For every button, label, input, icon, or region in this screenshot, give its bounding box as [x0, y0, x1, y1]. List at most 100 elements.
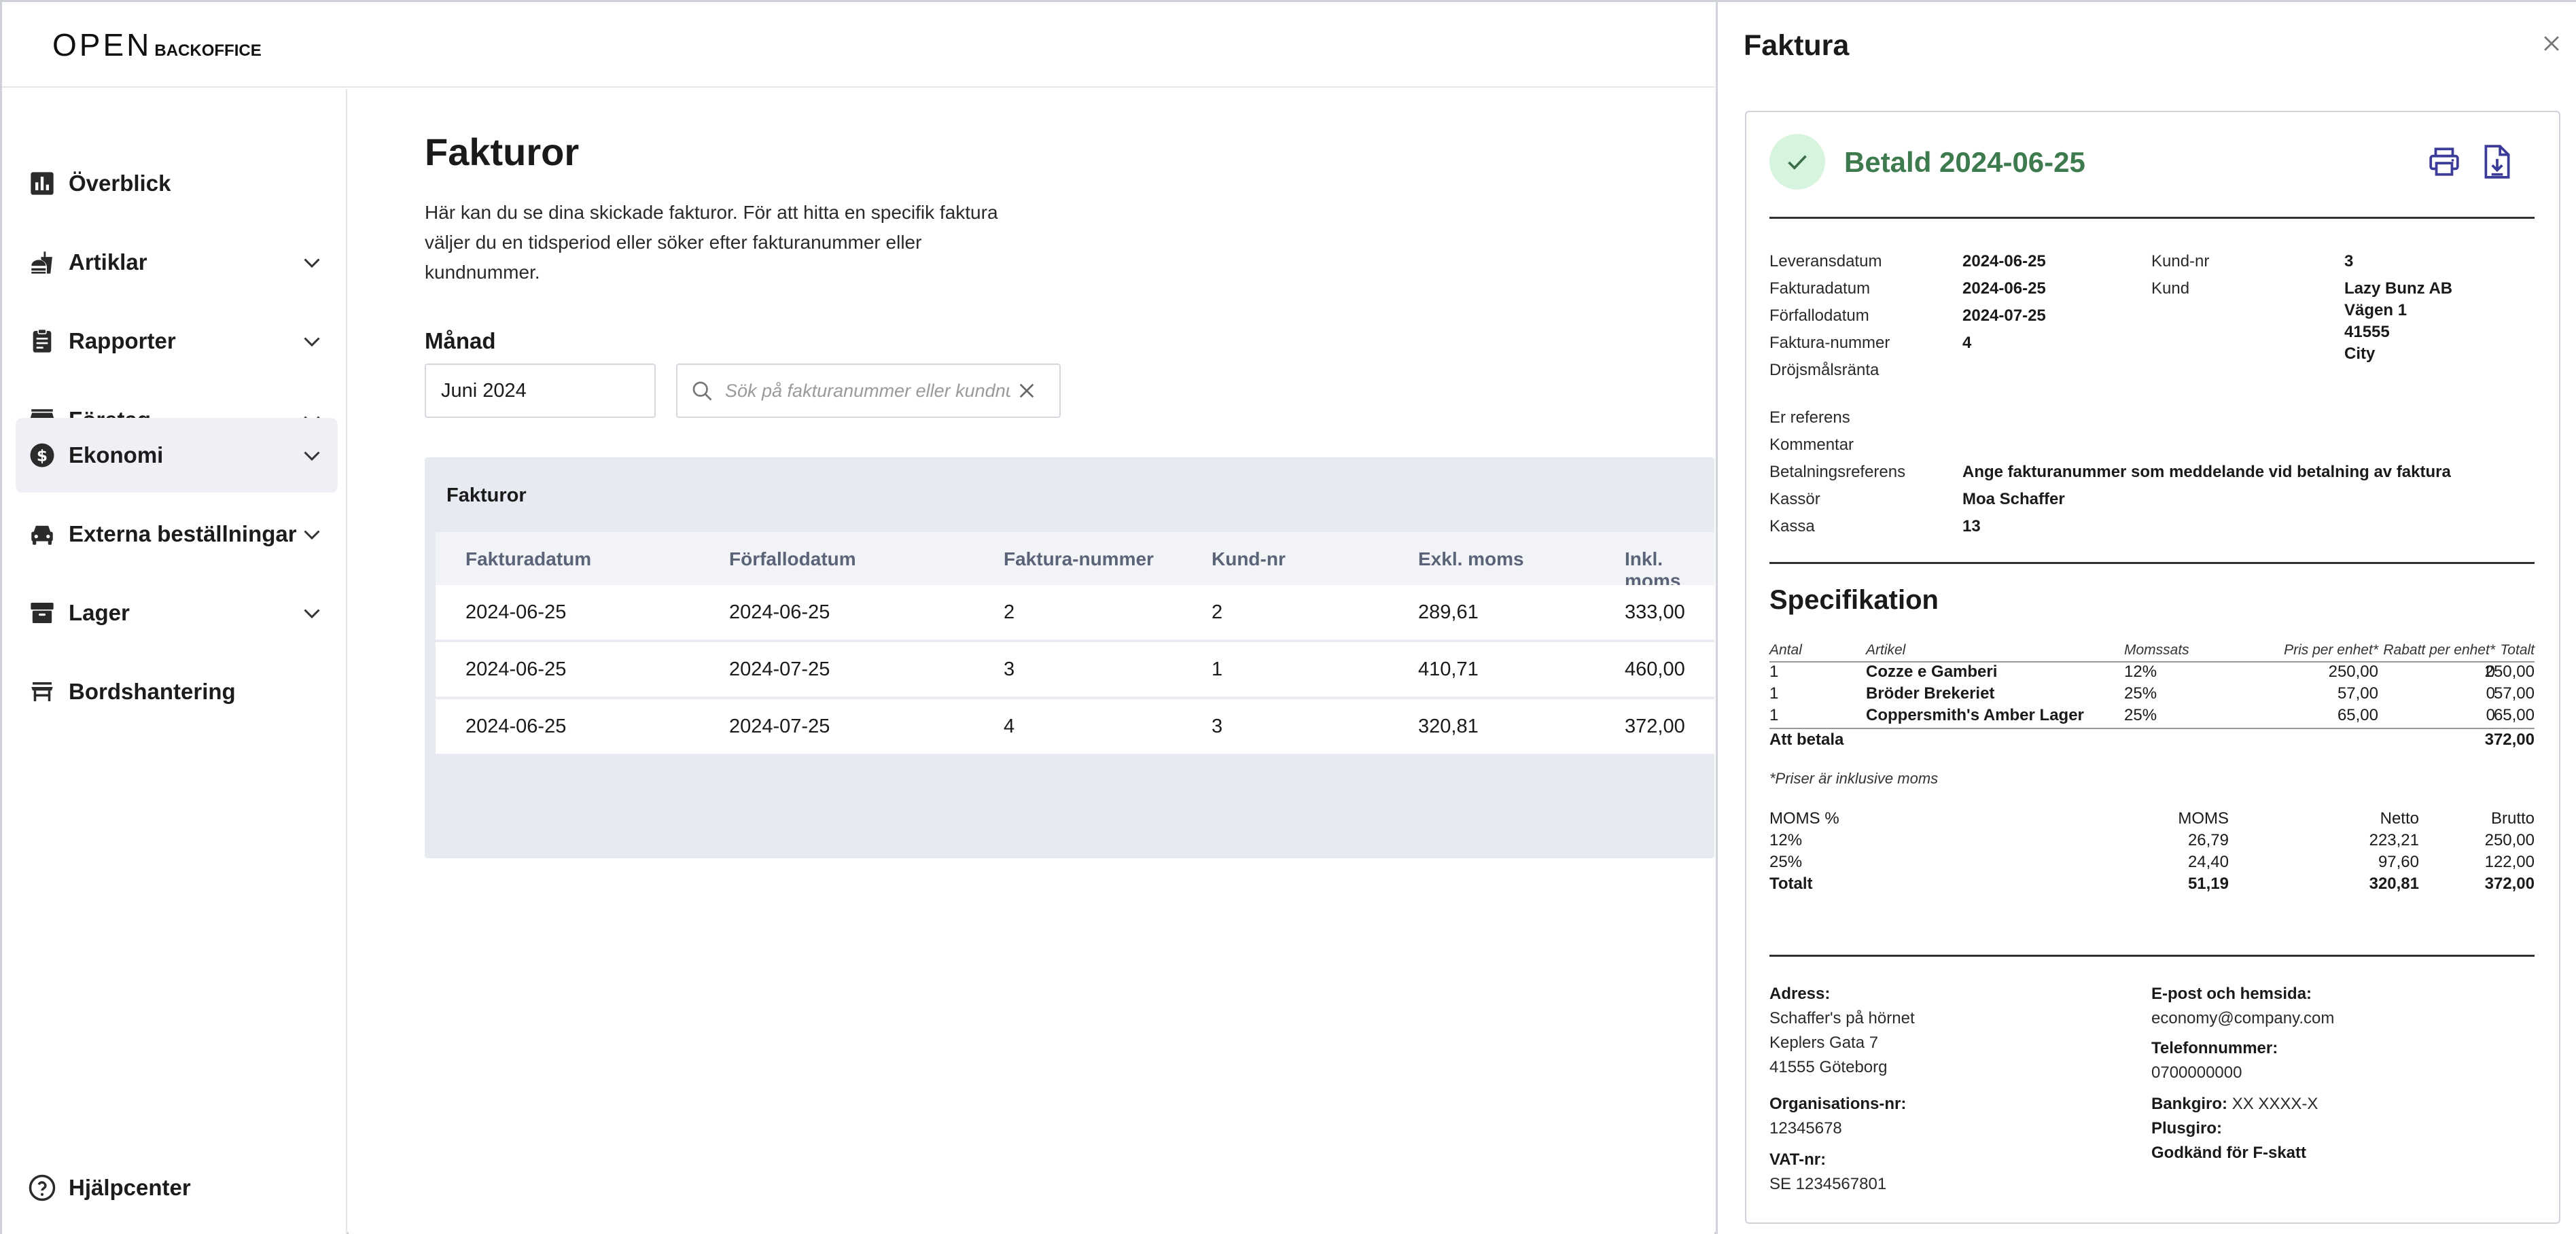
spec-cell: 25% — [2124, 684, 2157, 703]
table-cell: 2024-06-25 — [729, 601, 830, 623]
column-header[interactable]: Fakturadatum — [465, 548, 591, 570]
vat-total-cell: Totalt — [1769, 875, 1813, 893]
bar-chart-icon — [28, 169, 56, 198]
table-cell: 1 — [1212, 658, 1223, 680]
table-cell: 2024-07-25 — [729, 716, 830, 737]
customer-line: Vägen 1 — [2344, 301, 2407, 319]
table-cell: 320,81 — [1418, 716, 1479, 737]
column-header[interactable]: Exkl. moms — [1418, 548, 1524, 570]
table-cell: 4 — [1004, 716, 1015, 737]
app-window: OPEN BACKOFFICE Överblick Artiklar Rappo… — [0, 0, 2576, 1234]
sidebar-item-label: Ekonomi — [69, 442, 164, 468]
search-input[interactable] — [725, 380, 1010, 402]
sidebar-item-rapporter[interactable]: Rapporter — [16, 304, 338, 378]
check-icon — [1788, 155, 1807, 170]
vat-cell: 97,60 — [2378, 853, 2419, 871]
spec-header: Rabatt per enhet* — [2383, 642, 2495, 658]
table-row[interactable]: 2024-06-25 2024-07-25 3 1 410,71 460,00 — [436, 642, 1714, 698]
spec-header: Totalt — [2500, 642, 2535, 658]
payment-status: Betald 2024-06-25 — [1844, 146, 2085, 178]
comment-label: Kommentar — [1769, 436, 1854, 454]
logo-mark: OPEN — [52, 27, 152, 63]
table-row[interactable]: 2024-06-25 2024-07-25 4 3 320,81 372,00 — [436, 699, 1714, 755]
chevron-down-icon[interactable] — [300, 522, 324, 546]
divider — [1769, 728, 2535, 729]
spec-cell: 57,00 — [2337, 684, 2378, 703]
f-tax-approval: Godkänd för F-skatt — [2151, 1144, 2307, 1162]
customer-no-label: Kund-nr — [2151, 252, 2210, 270]
spec-cell: Coppersmith's Amber Lager — [1866, 706, 2084, 724]
sidebar-item-artiklar[interactable]: Artiklar — [16, 225, 338, 300]
total-value: 372,00 — [2484, 730, 2535, 749]
sidebar-item-label: Externa beställningar — [69, 521, 297, 546]
address-line: 41555 Göteborg — [1769, 1058, 1888, 1076]
table-cell: 2 — [1212, 601, 1223, 623]
sidebar-item-lager[interactable]: Lager — [16, 576, 338, 650]
sidebar-item-externa-bestallningar[interactable]: Externa beställningar — [16, 497, 338, 571]
total-label: Att betala — [1769, 730, 1844, 749]
chevron-down-icon[interactable] — [300, 329, 324, 353]
bankgiro-line: Bankgiro: XX XXXX-X — [2151, 1095, 2318, 1114]
table-cell: 2024-06-25 — [465, 716, 567, 737]
table-icon — [28, 677, 56, 706]
column-header[interactable]: Förfallodatum — [729, 548, 856, 570]
table-cell: 333,00 — [1625, 601, 1685, 623]
vat-total-cell: 51,19 — [2187, 875, 2229, 893]
main-content: Fakturor Här kan du se dina skickade fak… — [349, 89, 1714, 1234]
column-header[interactable]: Kund-nr — [1212, 548, 1286, 570]
vat-header: Brutto — [2490, 809, 2535, 828]
phone-label: Telefonnummer: — [2151, 1039, 2278, 1057]
table-cell: 289,61 — [1418, 601, 1479, 623]
detail-value: 2024-06-25 — [1962, 279, 2046, 298]
spec-cell: 65,00 — [2337, 706, 2378, 724]
month-picker[interactable]: Juni 2024 — [425, 364, 656, 418]
customer-no-value: 3 — [2344, 252, 2354, 270]
table-cell: 2024-06-25 — [465, 658, 567, 680]
help-center-label: Hjälpcenter — [69, 1175, 191, 1200]
logo[interactable]: OPEN BACKOFFICE — [52, 27, 262, 63]
divider — [1769, 562, 2535, 564]
clear-icon[interactable] — [1016, 380, 1038, 402]
sidebar-item-bordshantering[interactable]: Bordshantering — [16, 654, 338, 729]
vat-cell: 223,21 — [2369, 831, 2419, 849]
chevron-down-icon[interactable] — [300, 443, 324, 468]
vat-total-cell: 320,81 — [2369, 875, 2419, 893]
vat-header: MOMS — [2178, 809, 2229, 828]
close-icon[interactable] — [2540, 32, 2563, 55]
customer-line: 41555 — [2344, 323, 2390, 341]
detail-label: Leveransdatum — [1769, 252, 1882, 270]
sidebar-item-label: Bordshantering — [69, 679, 236, 704]
print-icon[interactable] — [2427, 145, 2461, 179]
reference-label: Er referens — [1769, 408, 1850, 427]
help-center-link[interactable]: Hjälpcenter — [16, 1150, 338, 1225]
column-header[interactable]: Faktura-nummer — [1004, 548, 1154, 570]
detail-value: 4 — [1962, 334, 1972, 352]
vat-number-label: VAT-nr: — [1769, 1150, 1827, 1169]
vat-cell: 122,00 — [2484, 853, 2535, 871]
table-cell: 460,00 — [1625, 658, 1685, 680]
archive-icon — [28, 599, 56, 627]
sidebar-item-overblick[interactable]: Överblick — [16, 146, 338, 221]
invoice-drawer: Faktura Betald 2024-06-25 Leveransdatum … — [1716, 2, 2576, 1234]
divider — [1769, 217, 2535, 219]
spec-cell: 57,00 — [2493, 684, 2535, 703]
phone-value: 0700000000 — [2151, 1063, 2242, 1082]
spec-header: Antal — [1769, 642, 1802, 658]
month-label: Månad — [425, 328, 496, 353]
detail-label: Faktura-nummer — [1769, 334, 1890, 352]
table-row[interactable]: 2024-06-25 2024-06-25 2 2 289,61 333,00 — [436, 585, 1714, 641]
download-pdf-icon[interactable] — [2480, 143, 2514, 180]
detail-label: Dröjsmålsränta — [1769, 361, 1880, 379]
page-description: Här kan du se dina skickade fakturor. Fö… — [425, 202, 998, 283]
chevron-down-icon[interactable] — [300, 601, 324, 625]
sidebar-item-ekonomi[interactable]: $ Ekonomi — [16, 418, 338, 493]
table-title: Fakturor — [446, 484, 527, 506]
search-box[interactable] — [676, 364, 1061, 418]
drawer-title: Faktura — [1744, 29, 1850, 62]
paid-status-badge — [1769, 134, 1825, 190]
spec-header: Pris per enhet* — [2284, 642, 2378, 658]
car-icon — [28, 520, 56, 548]
help-icon — [28, 1174, 56, 1202]
chevron-down-icon[interactable] — [300, 250, 324, 275]
customer-line: Lazy Bunz AB — [2344, 279, 2453, 298]
